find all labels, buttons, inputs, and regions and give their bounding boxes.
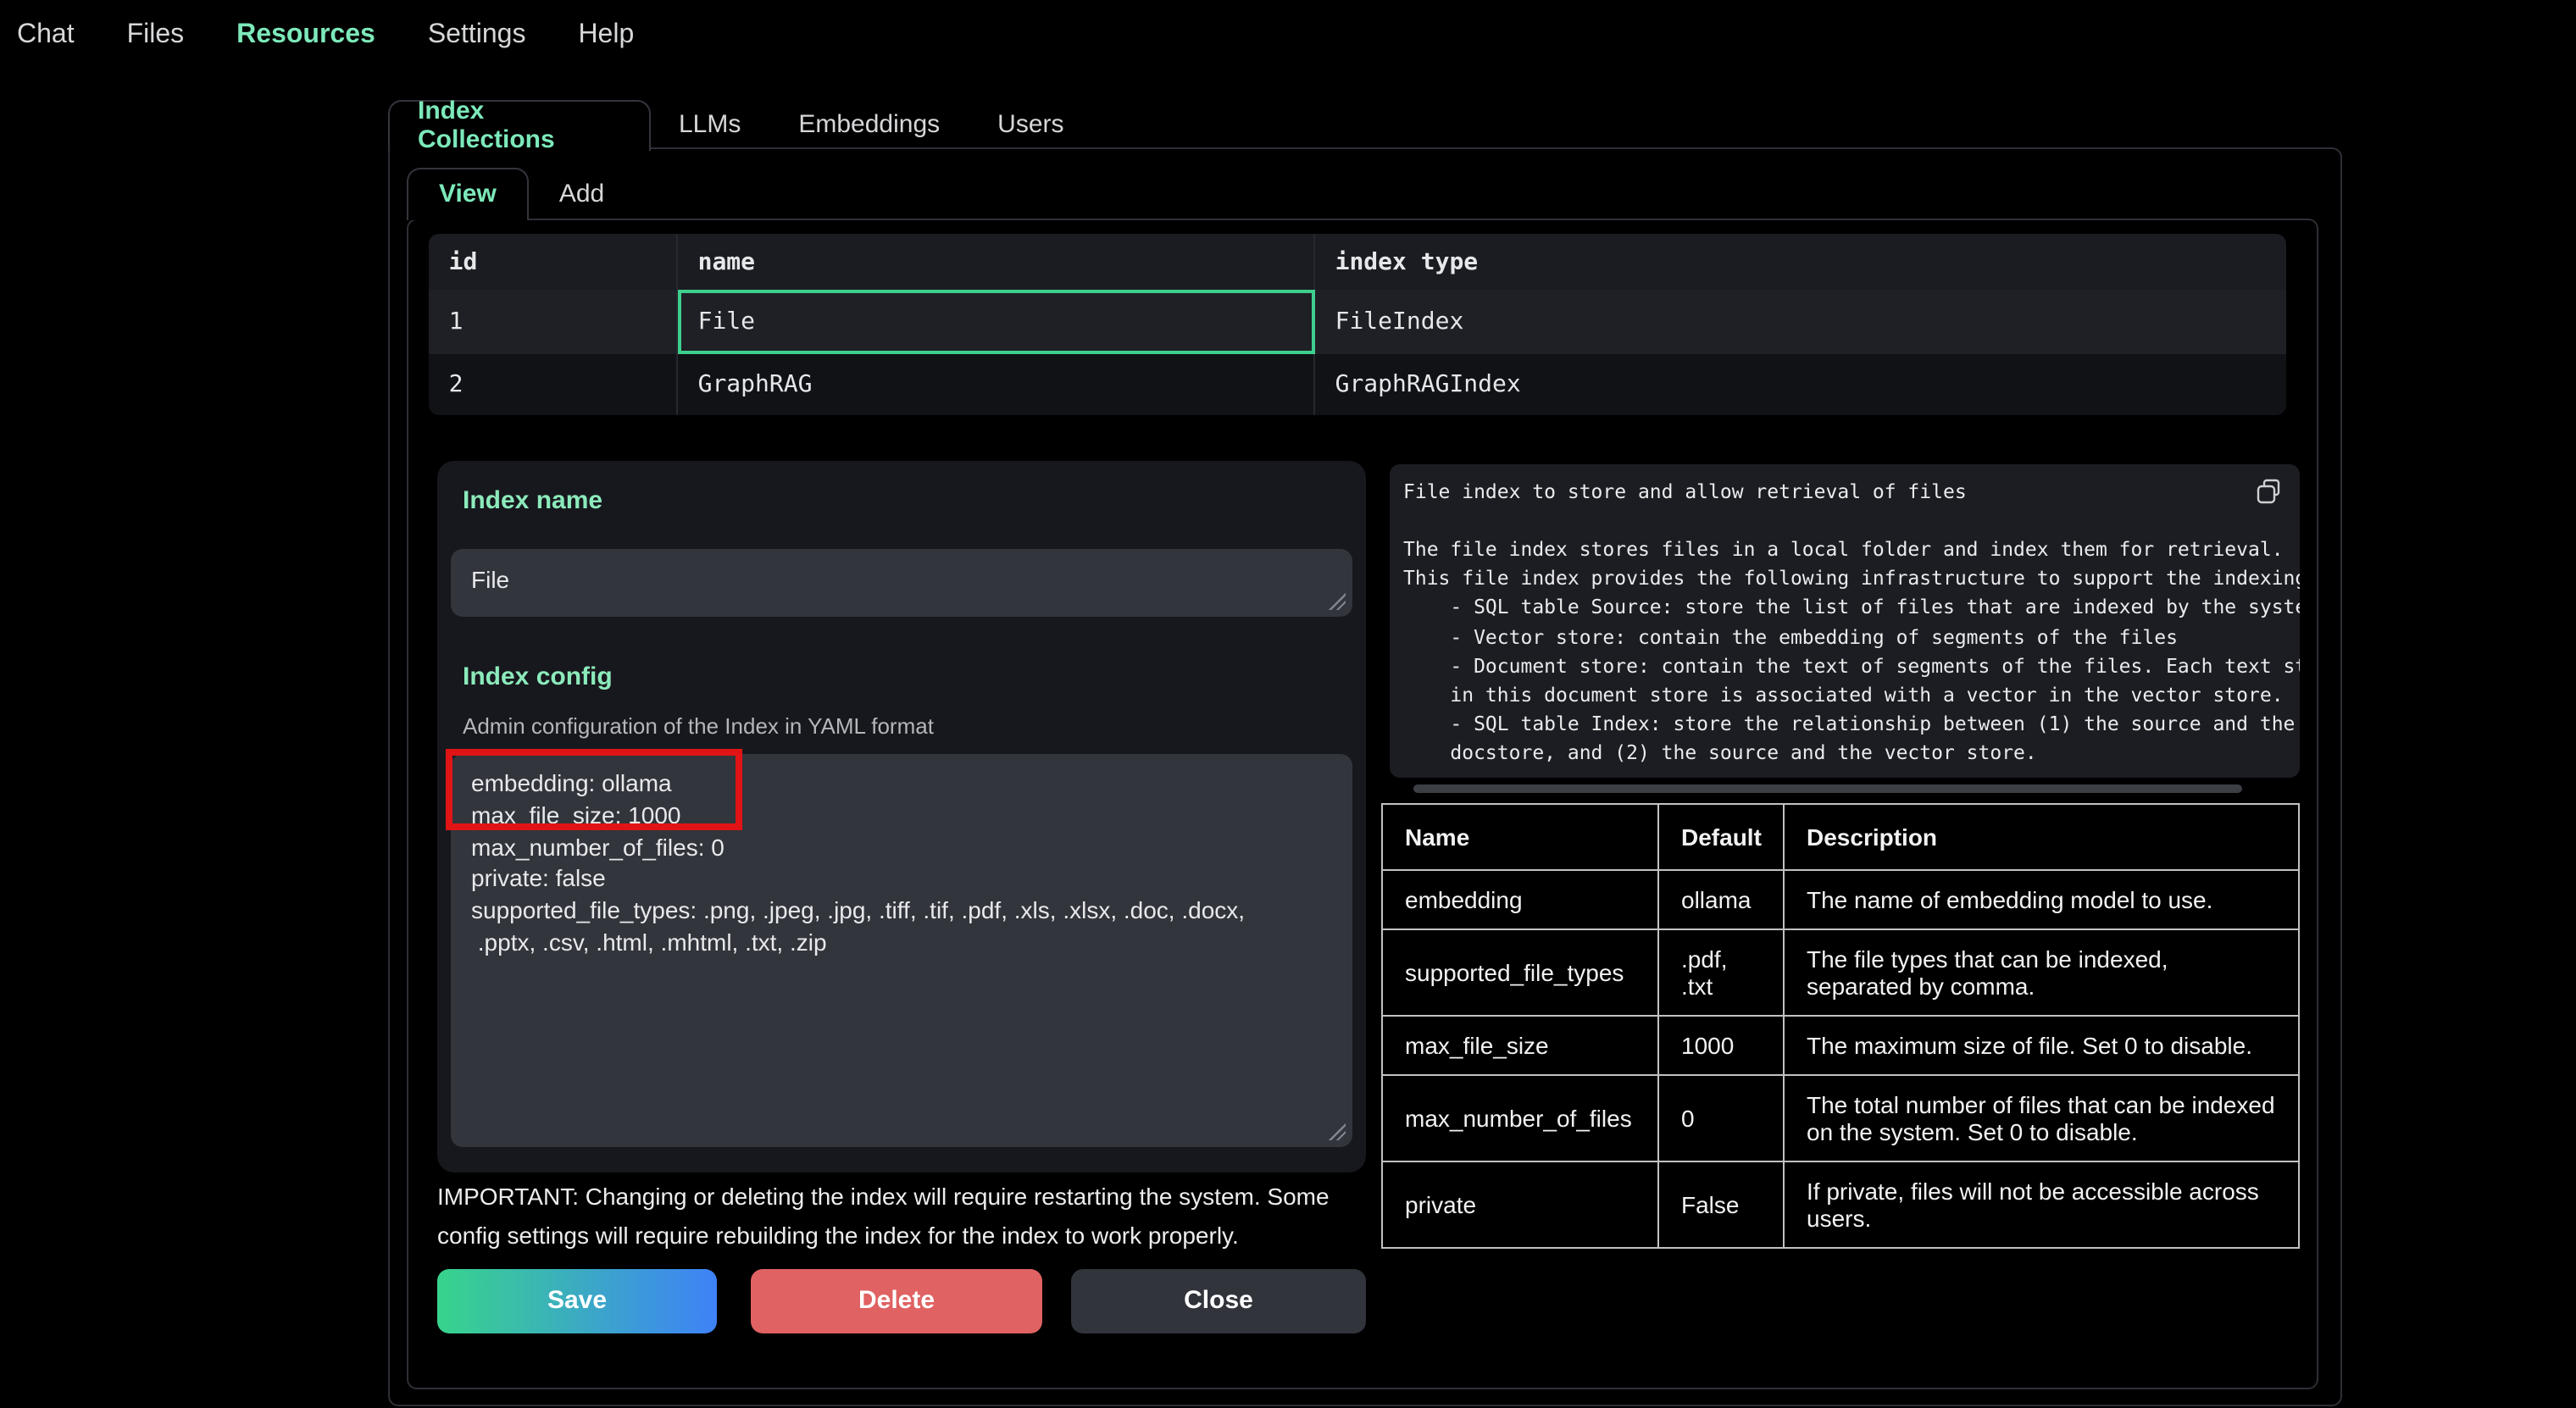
- index-table-header-name: name: [678, 234, 1315, 290]
- table-cell-row2-name[interactable]: GraphRAG: [678, 354, 1315, 415]
- table-cell-row1-id[interactable]: 1: [429, 290, 678, 354]
- warning-text: IMPORTANT: Changing or deleting the inde…: [437, 1178, 1366, 1254]
- params-table: Name Default Description embedding ollam…: [1381, 803, 2300, 1249]
- params-header-description: Description: [1784, 804, 2299, 870]
- param-name: max_file_size: [1382, 1016, 1658, 1075]
- param-name: private: [1382, 1161, 1658, 1248]
- param-name: embedding: [1382, 870, 1658, 929]
- table-cell-row2-index-type[interactable]: GraphRAGIndex: [1315, 354, 2286, 415]
- params-header-default: Default: [1658, 804, 1784, 870]
- param-description: The name of embedding model to use.: [1784, 870, 2299, 929]
- tab-llms[interactable]: LLMs: [650, 99, 769, 150]
- save-button[interactable]: Save: [437, 1268, 717, 1333]
- table-cell-row1-name-selected[interactable]: File: [678, 290, 1315, 354]
- main-tab-bar: Index Collections LLMs Embeddings Users: [387, 99, 1093, 150]
- params-row-private: private False If private, files will not…: [1382, 1161, 2299, 1248]
- param-description: The file types that can be indexed, sepa…: [1784, 929, 2299, 1016]
- index-name-label: Index name: [463, 485, 1366, 518]
- tab-index-collections[interactable]: Index Collections: [387, 99, 650, 150]
- param-description: If private, files will not be accessible…: [1784, 1161, 2299, 1248]
- table-cell-row2-id[interactable]: 2: [429, 354, 678, 415]
- index-table-header-id: id: [429, 234, 678, 290]
- copy-icon[interactable]: [2256, 477, 2283, 504]
- param-default: False: [1658, 1161, 1784, 1248]
- param-name: supported_file_types: [1382, 929, 1658, 1016]
- param-default: .pdf, .txt: [1658, 929, 1784, 1016]
- form-actions: Save Delete Close: [437, 1268, 1366, 1333]
- param-description: The maximum size of file. Set 0 to disab…: [1784, 1016, 2299, 1075]
- sub-tab-bar: View Add: [407, 167, 635, 219]
- index-table-header-index-type: index type: [1315, 234, 2286, 290]
- params-row-max-file-size: max_file_size 1000 The maximum size of f…: [1382, 1016, 2299, 1075]
- table-cell-row1-index-type[interactable]: FileIndex: [1315, 290, 2286, 354]
- param-default: 1000: [1658, 1016, 1784, 1075]
- index-name-field-wrap: File: [451, 549, 1352, 617]
- params-row-max-number-of-files: max_number_of_files 0 The total number o…: [1382, 1075, 2299, 1161]
- delete-button[interactable]: Delete: [751, 1268, 1042, 1333]
- nav-item-files[interactable]: Files: [127, 20, 185, 51]
- index-description-panel: File index to store and allow retrieval …: [1390, 463, 2300, 777]
- param-name: max_number_of_files: [1382, 1075, 1658, 1161]
- params-header-name: Name: [1382, 804, 1658, 870]
- close-button[interactable]: Close: [1071, 1268, 1366, 1333]
- app-root: Chat Files Resources Settings Help Index…: [0, 0, 2576, 1408]
- nav-item-chat[interactable]: Chat: [17, 20, 75, 51]
- tab-embeddings[interactable]: Embeddings: [769, 99, 969, 150]
- params-header-row: Name Default Description: [1382, 804, 2299, 870]
- annotation-red-box: [446, 748, 742, 829]
- nav-item-resources[interactable]: Resources: [236, 20, 375, 51]
- param-default: 0: [1658, 1075, 1784, 1161]
- scrollbar-thumb[interactable]: [1413, 784, 2242, 792]
- nav-item-settings[interactable]: Settings: [428, 20, 526, 51]
- nav-item-help[interactable]: Help: [578, 20, 634, 51]
- tab-view[interactable]: View: [407, 167, 529, 219]
- params-row-supported-file-types: supported_file_types .pdf, .txt The file…: [1382, 929, 2299, 1016]
- index-description-text: File index to store and allow retrieval …: [1390, 463, 2300, 768]
- params-row-embedding: embedding ollama The name of embedding m…: [1382, 870, 2299, 929]
- top-nav: Chat Files Resources Settings Help: [17, 20, 634, 51]
- param-description: The total number of files that can be in…: [1784, 1075, 2299, 1161]
- index-config-label: Index config: [463, 661, 1366, 695]
- index-table: id name index type 1 File FileIndex 2 Gr…: [429, 234, 2286, 415]
- index-name-input[interactable]: File: [451, 549, 1352, 617]
- horizontal-scrollbar[interactable]: [1390, 784, 2279, 794]
- tab-users[interactable]: Users: [969, 99, 1092, 150]
- param-default: ollama: [1658, 870, 1784, 929]
- index-config-help: Admin configuration of the Index in YAML…: [463, 712, 1366, 740]
- tab-add[interactable]: Add: [529, 167, 635, 219]
